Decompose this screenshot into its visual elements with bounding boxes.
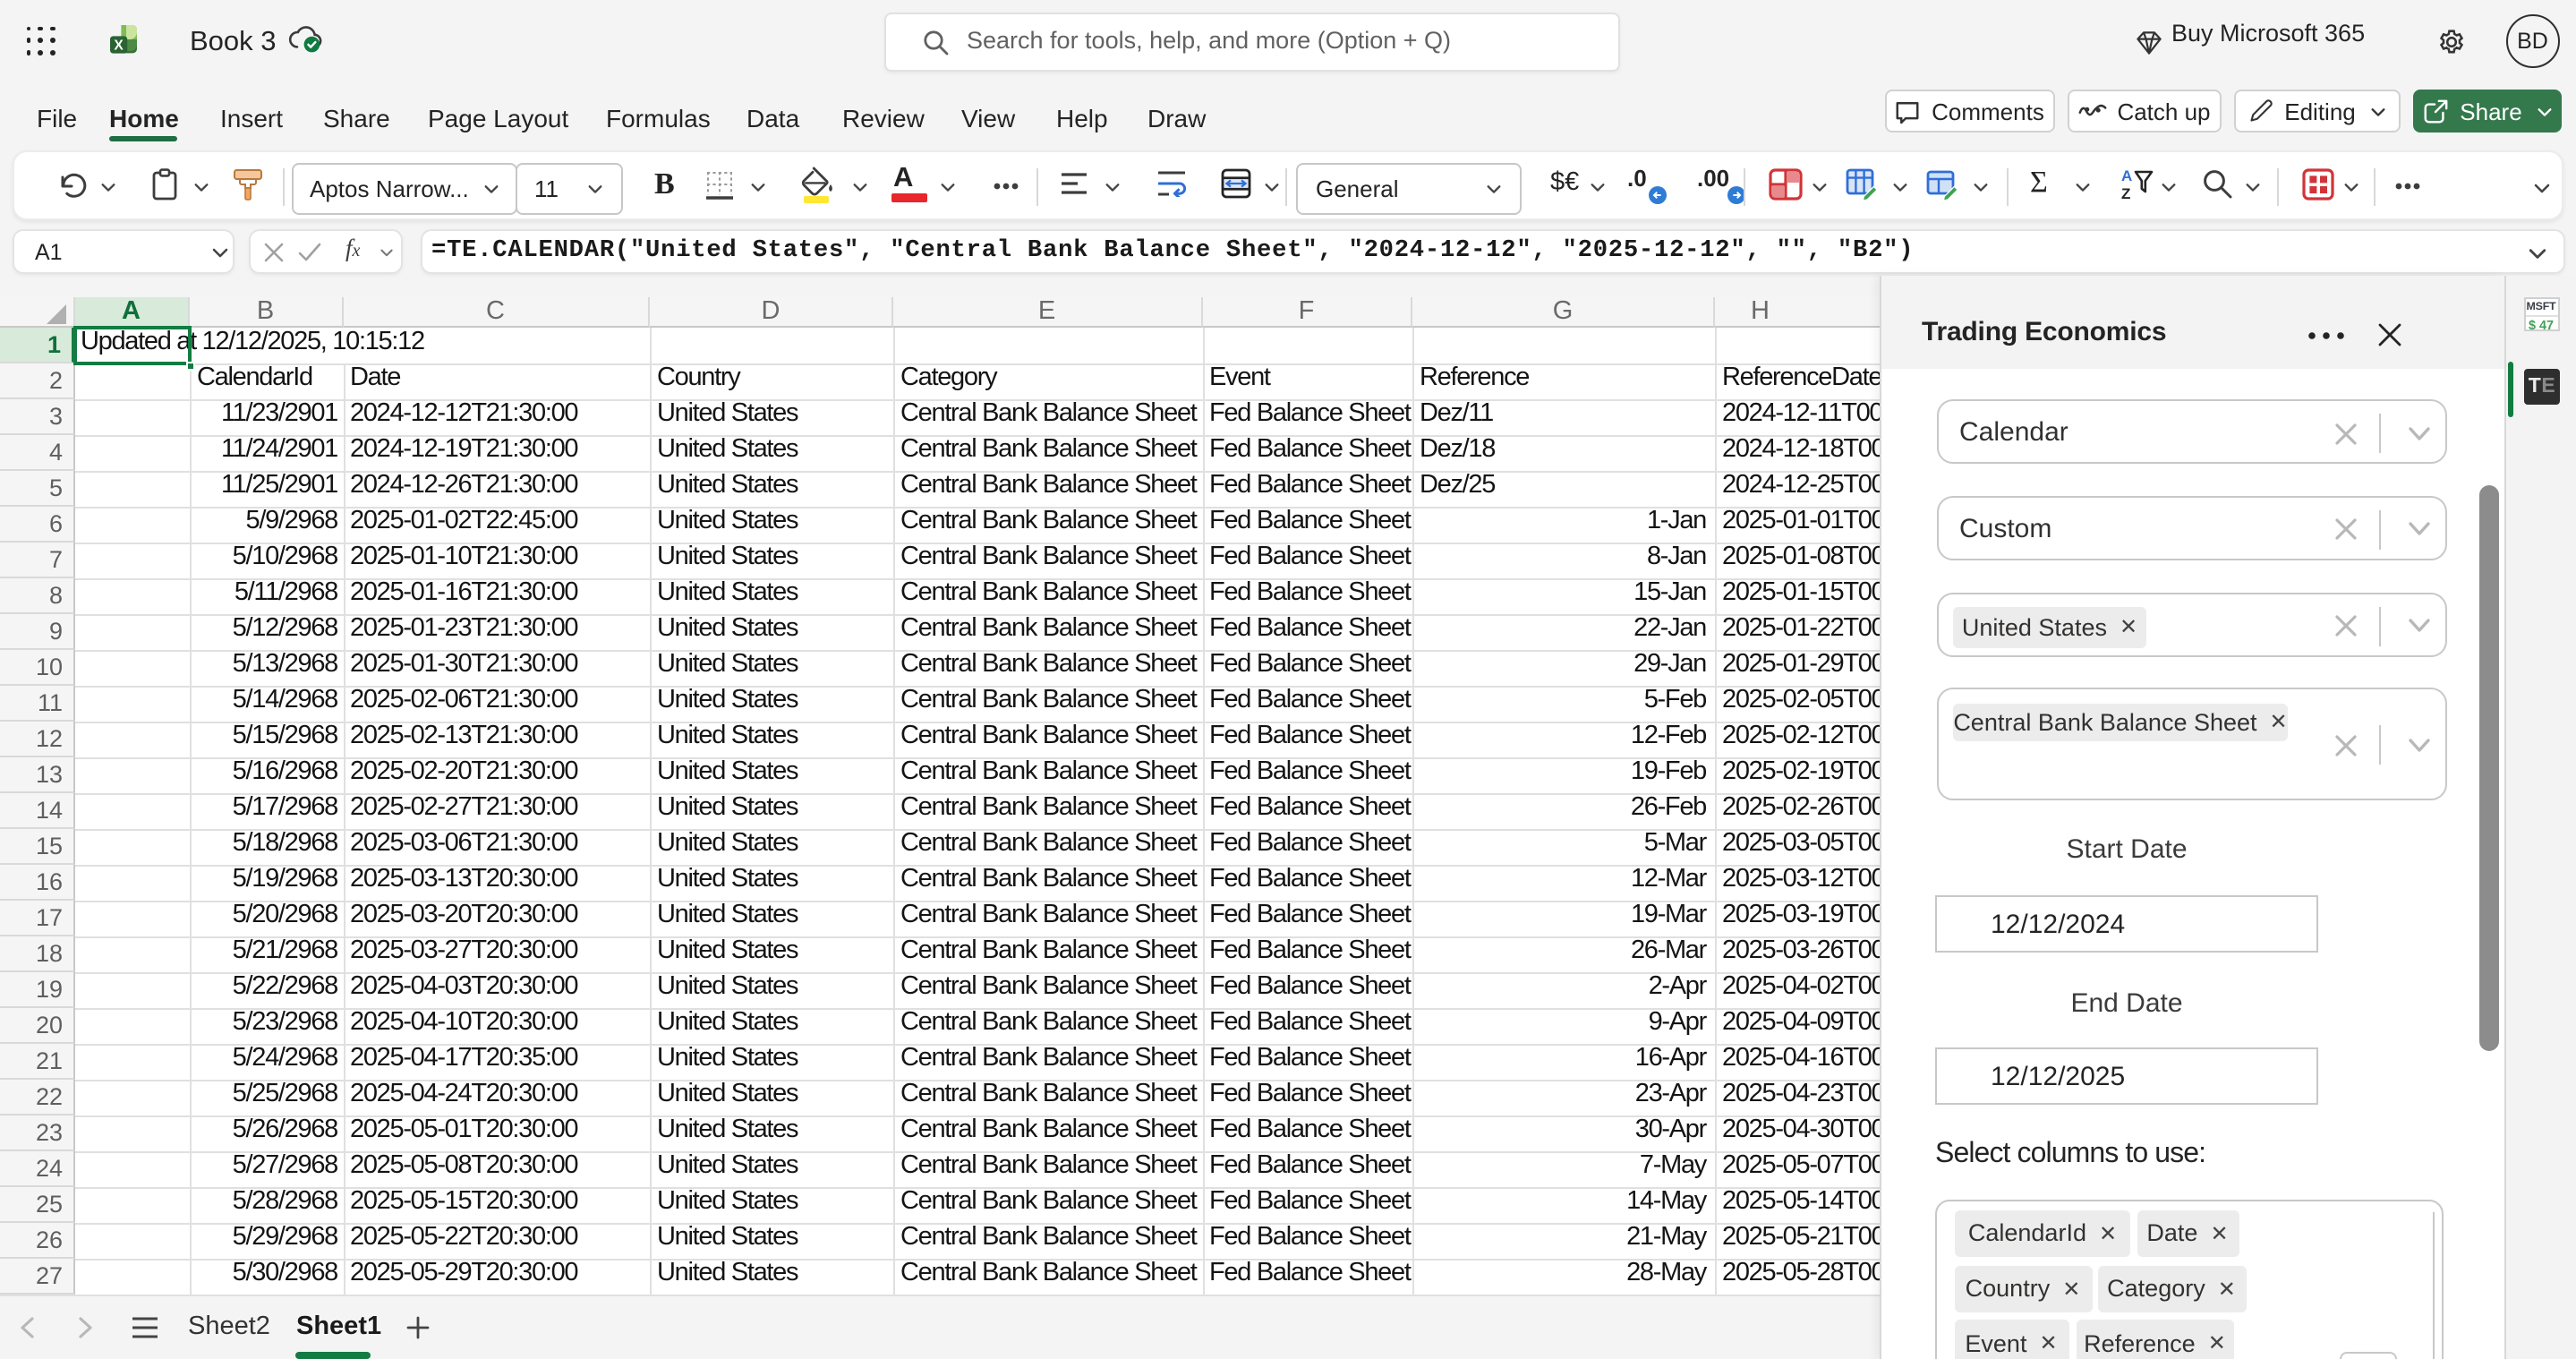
svg-text:A: A <box>2121 167 2132 184</box>
svg-text:Z: Z <box>2121 185 2130 202</box>
svg-text:X: X <box>113 38 123 54</box>
